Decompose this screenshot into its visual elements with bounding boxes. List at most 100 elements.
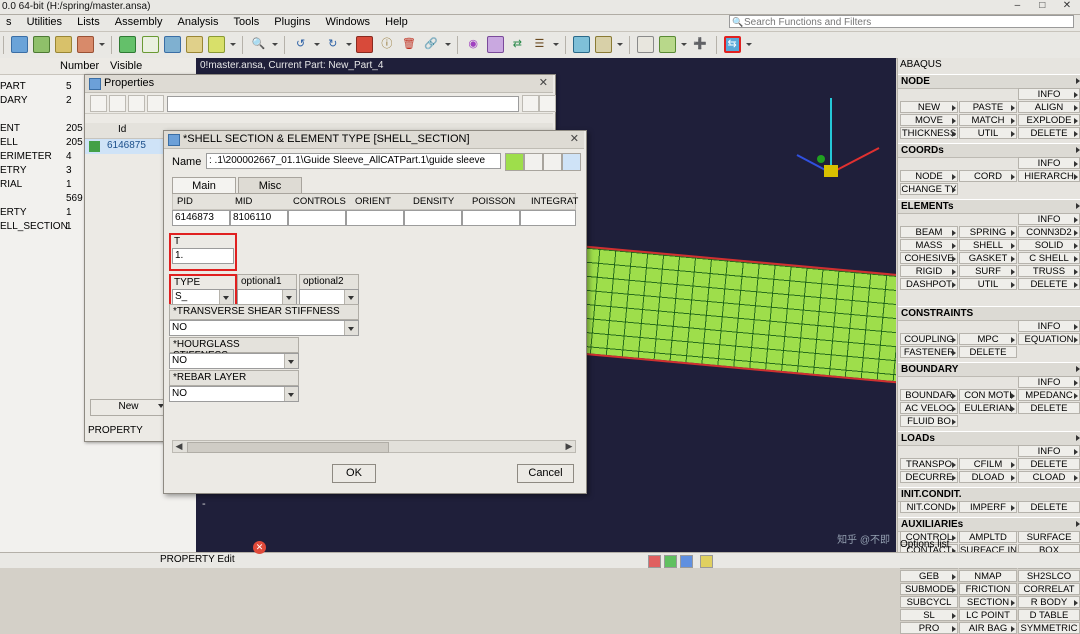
cell-integration[interactable]	[520, 210, 576, 226]
btn-node-match[interactable]: MATCH	[959, 114, 1017, 126]
chevron-down-icon[interactable]	[345, 36, 353, 53]
type-combobox[interactable]: S_	[172, 289, 234, 305]
menu-item-tools[interactable]: Tools	[228, 15, 266, 29]
magnifier-icon[interactable]: 🔍	[250, 36, 267, 53]
clipboard-icon[interactable]	[185, 36, 203, 53]
btn-coords-hierarchy[interactable]: HIERARCH	[1018, 170, 1080, 182]
chevron-down-icon[interactable]	[229, 36, 236, 53]
chevron-down-icon[interactable]	[219, 290, 233, 304]
btn-equation[interactable]: EQUATION	[1018, 333, 1080, 345]
btn-amplitude[interactable]: AMPLTD	[959, 531, 1017, 543]
chevron-down-icon[interactable]	[284, 354, 298, 368]
grid-icon[interactable]	[11, 36, 29, 53]
btn-con-motion[interactable]: CON MOTI	[959, 389, 1017, 401]
btn-fluid-bo[interactable]: FLUID BO	[900, 415, 958, 427]
chevron-down-icon[interactable]	[444, 36, 451, 53]
btn-mpc[interactable]: MPC	[959, 333, 1017, 345]
cell-mid[interactable]: 8106110	[230, 210, 288, 226]
btn-constraints-info[interactable]: INFO	[1018, 320, 1080, 332]
btn-elem-cshell[interactable]: C SHELL	[1018, 252, 1080, 264]
btn-elements-info[interactable]: INFO	[1018, 213, 1080, 225]
cell-density[interactable]	[404, 210, 462, 226]
scroll-right-arrow[interactable]: ▶	[563, 441, 575, 452]
list-icon[interactable]	[562, 153, 581, 171]
chevron-down-icon[interactable]	[98, 36, 106, 53]
chevron-down-icon[interactable]	[344, 290, 358, 304]
color-swatch-icon[interactable]	[505, 153, 524, 171]
redo-icon[interactable]: ↻	[324, 36, 341, 53]
btn-node-paste[interactable]: PASTE	[959, 101, 1017, 113]
chevron-down-icon[interactable]	[313, 36, 321, 53]
btn-ac-veloc[interactable]: AC VELOC	[900, 402, 958, 414]
btn-elem-util[interactable]: UTIL	[959, 278, 1017, 290]
group-header-constraints[interactable]: CONSTRAINTS	[898, 306, 1080, 321]
expand-icon[interactable]	[524, 153, 543, 171]
optional1-combobox[interactable]	[237, 289, 297, 305]
group-header-elements[interactable]: ELEMENTs	[898, 199, 1080, 214]
note-icon[interactable]	[207, 36, 225, 53]
btn-transport[interactable]: TRANSPO	[900, 458, 958, 470]
delete-icon[interactable]: 🗑	[400, 36, 417, 53]
btn-elem-beam[interactable]: BEAM	[900, 226, 958, 238]
close-button[interactable]: ✕	[1056, 0, 1078, 11]
btn-cload[interactable]: CLOAD	[1018, 471, 1080, 483]
btn-section[interactable]: SECTION	[959, 596, 1017, 608]
btn-elem-delete[interactable]: DELETE	[1018, 278, 1080, 290]
btn-fastener[interactable]: FASTENER	[900, 346, 958, 358]
group-header-loads[interactable]: LOADs	[898, 431, 1080, 446]
menu-item-help[interactable]: Help	[379, 15, 414, 29]
chevron-down-icon[interactable]	[745, 36, 752, 53]
film-icon[interactable]	[637, 36, 655, 53]
text-icon[interactable]	[77, 36, 95, 53]
ok-button[interactable]: OK	[332, 464, 376, 483]
menu-item-s[interactable]: s	[0, 15, 18, 29]
settings-icon[interactable]	[522, 95, 539, 112]
status-blue-icon[interactable]	[680, 555, 693, 568]
btn-node-explode[interactable]: EXPLODE	[1018, 114, 1080, 126]
btn-coords-node[interactable]: NODE	[900, 170, 958, 182]
btn-geb[interactable]: GEB	[900, 570, 958, 582]
undo-icon[interactable]: ↺	[292, 36, 309, 53]
refresh-icon[interactable]	[90, 95, 107, 112]
optional2-combobox[interactable]	[299, 289, 359, 305]
swap-icon[interactable]: ⇄	[509, 36, 526, 53]
search-input[interactable]: 🔍 Search Functions and Filters	[729, 15, 1074, 28]
btn-elem-conn3d2[interactable]: CONN3D2	[1018, 226, 1080, 238]
link-icon[interactable]: 🔗	[423, 36, 440, 53]
cell-pid[interactable]: 6146873	[172, 210, 230, 226]
chevron-down-icon[interactable]	[616, 36, 624, 53]
chevron-down-icon[interactable]	[680, 36, 688, 53]
btn-sh2slco[interactable]: SH2SLCO	[1018, 570, 1080, 582]
btn-dload[interactable]: DLOAD	[959, 471, 1017, 483]
chevron-down-icon[interactable]	[284, 387, 298, 401]
btn-elem-truss[interactable]: TRUSS	[1018, 265, 1080, 277]
cell-orient[interactable]	[346, 210, 404, 226]
btn-elem-rigid[interactable]: RIGID	[900, 265, 958, 277]
shell-dialog-close-button[interactable]: ✕	[570, 132, 579, 145]
btn-subcycl[interactable]: SUBCYCL	[900, 596, 958, 608]
btn-coords-change-type[interactable]: CHANGE TY	[900, 183, 958, 195]
compare-icon[interactable]	[595, 36, 613, 53]
shell-section-dialog[interactable]: *SHELL SECTION & ELEMENT TYPE [SHELL_SEC…	[163, 130, 587, 494]
properties-close-button[interactable]: ✕	[539, 76, 548, 89]
group-header-coords[interactable]: COORDs	[898, 143, 1080, 158]
menu-item-utilities[interactable]: Utilities	[21, 15, 68, 29]
btn-impedance[interactable]: MPEDANC	[1018, 389, 1080, 401]
btn-node-align[interactable]: ALIGN	[1018, 101, 1080, 113]
info-icon[interactable]: ⓘ	[378, 36, 395, 53]
btn-symmetric[interactable]: SYMMETRIC	[1018, 622, 1080, 634]
window-icon[interactable]	[486, 36, 504, 53]
menu-item-plugins[interactable]: Plugins	[268, 15, 316, 29]
btn-node-move[interactable]: MOVE	[900, 114, 958, 126]
status-yellow-icon[interactable]	[700, 555, 713, 568]
scroll-left-arrow[interactable]: ◀	[173, 441, 185, 452]
btn-correlat[interactable]: CORRELAT	[1018, 583, 1080, 595]
transverse-shear-combobox[interactable]: NO	[169, 320, 359, 336]
check-icon[interactable]	[141, 36, 159, 53]
tab-main[interactable]: Main	[172, 177, 236, 194]
btn-decurrent[interactable]: DECURRE	[900, 471, 958, 483]
btn-loads-delete[interactable]: DELETE	[1018, 458, 1080, 470]
status-red-icon[interactable]	[648, 555, 661, 568]
cube-icon[interactable]	[119, 36, 137, 53]
btn-constraints-delete[interactable]: DELETE	[959, 346, 1017, 358]
